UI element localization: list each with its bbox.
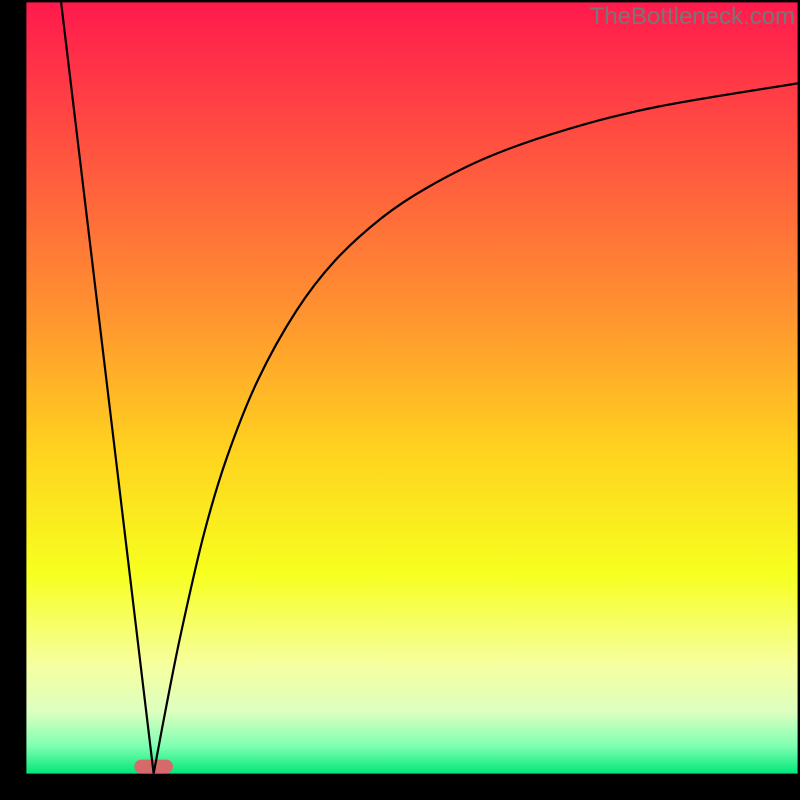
bottleneck-chart: TheBottleneck.com bbox=[0, 0, 800, 800]
watermark-text: TheBottleneck.com bbox=[590, 3, 795, 30]
chart-panel bbox=[26, 2, 797, 773]
